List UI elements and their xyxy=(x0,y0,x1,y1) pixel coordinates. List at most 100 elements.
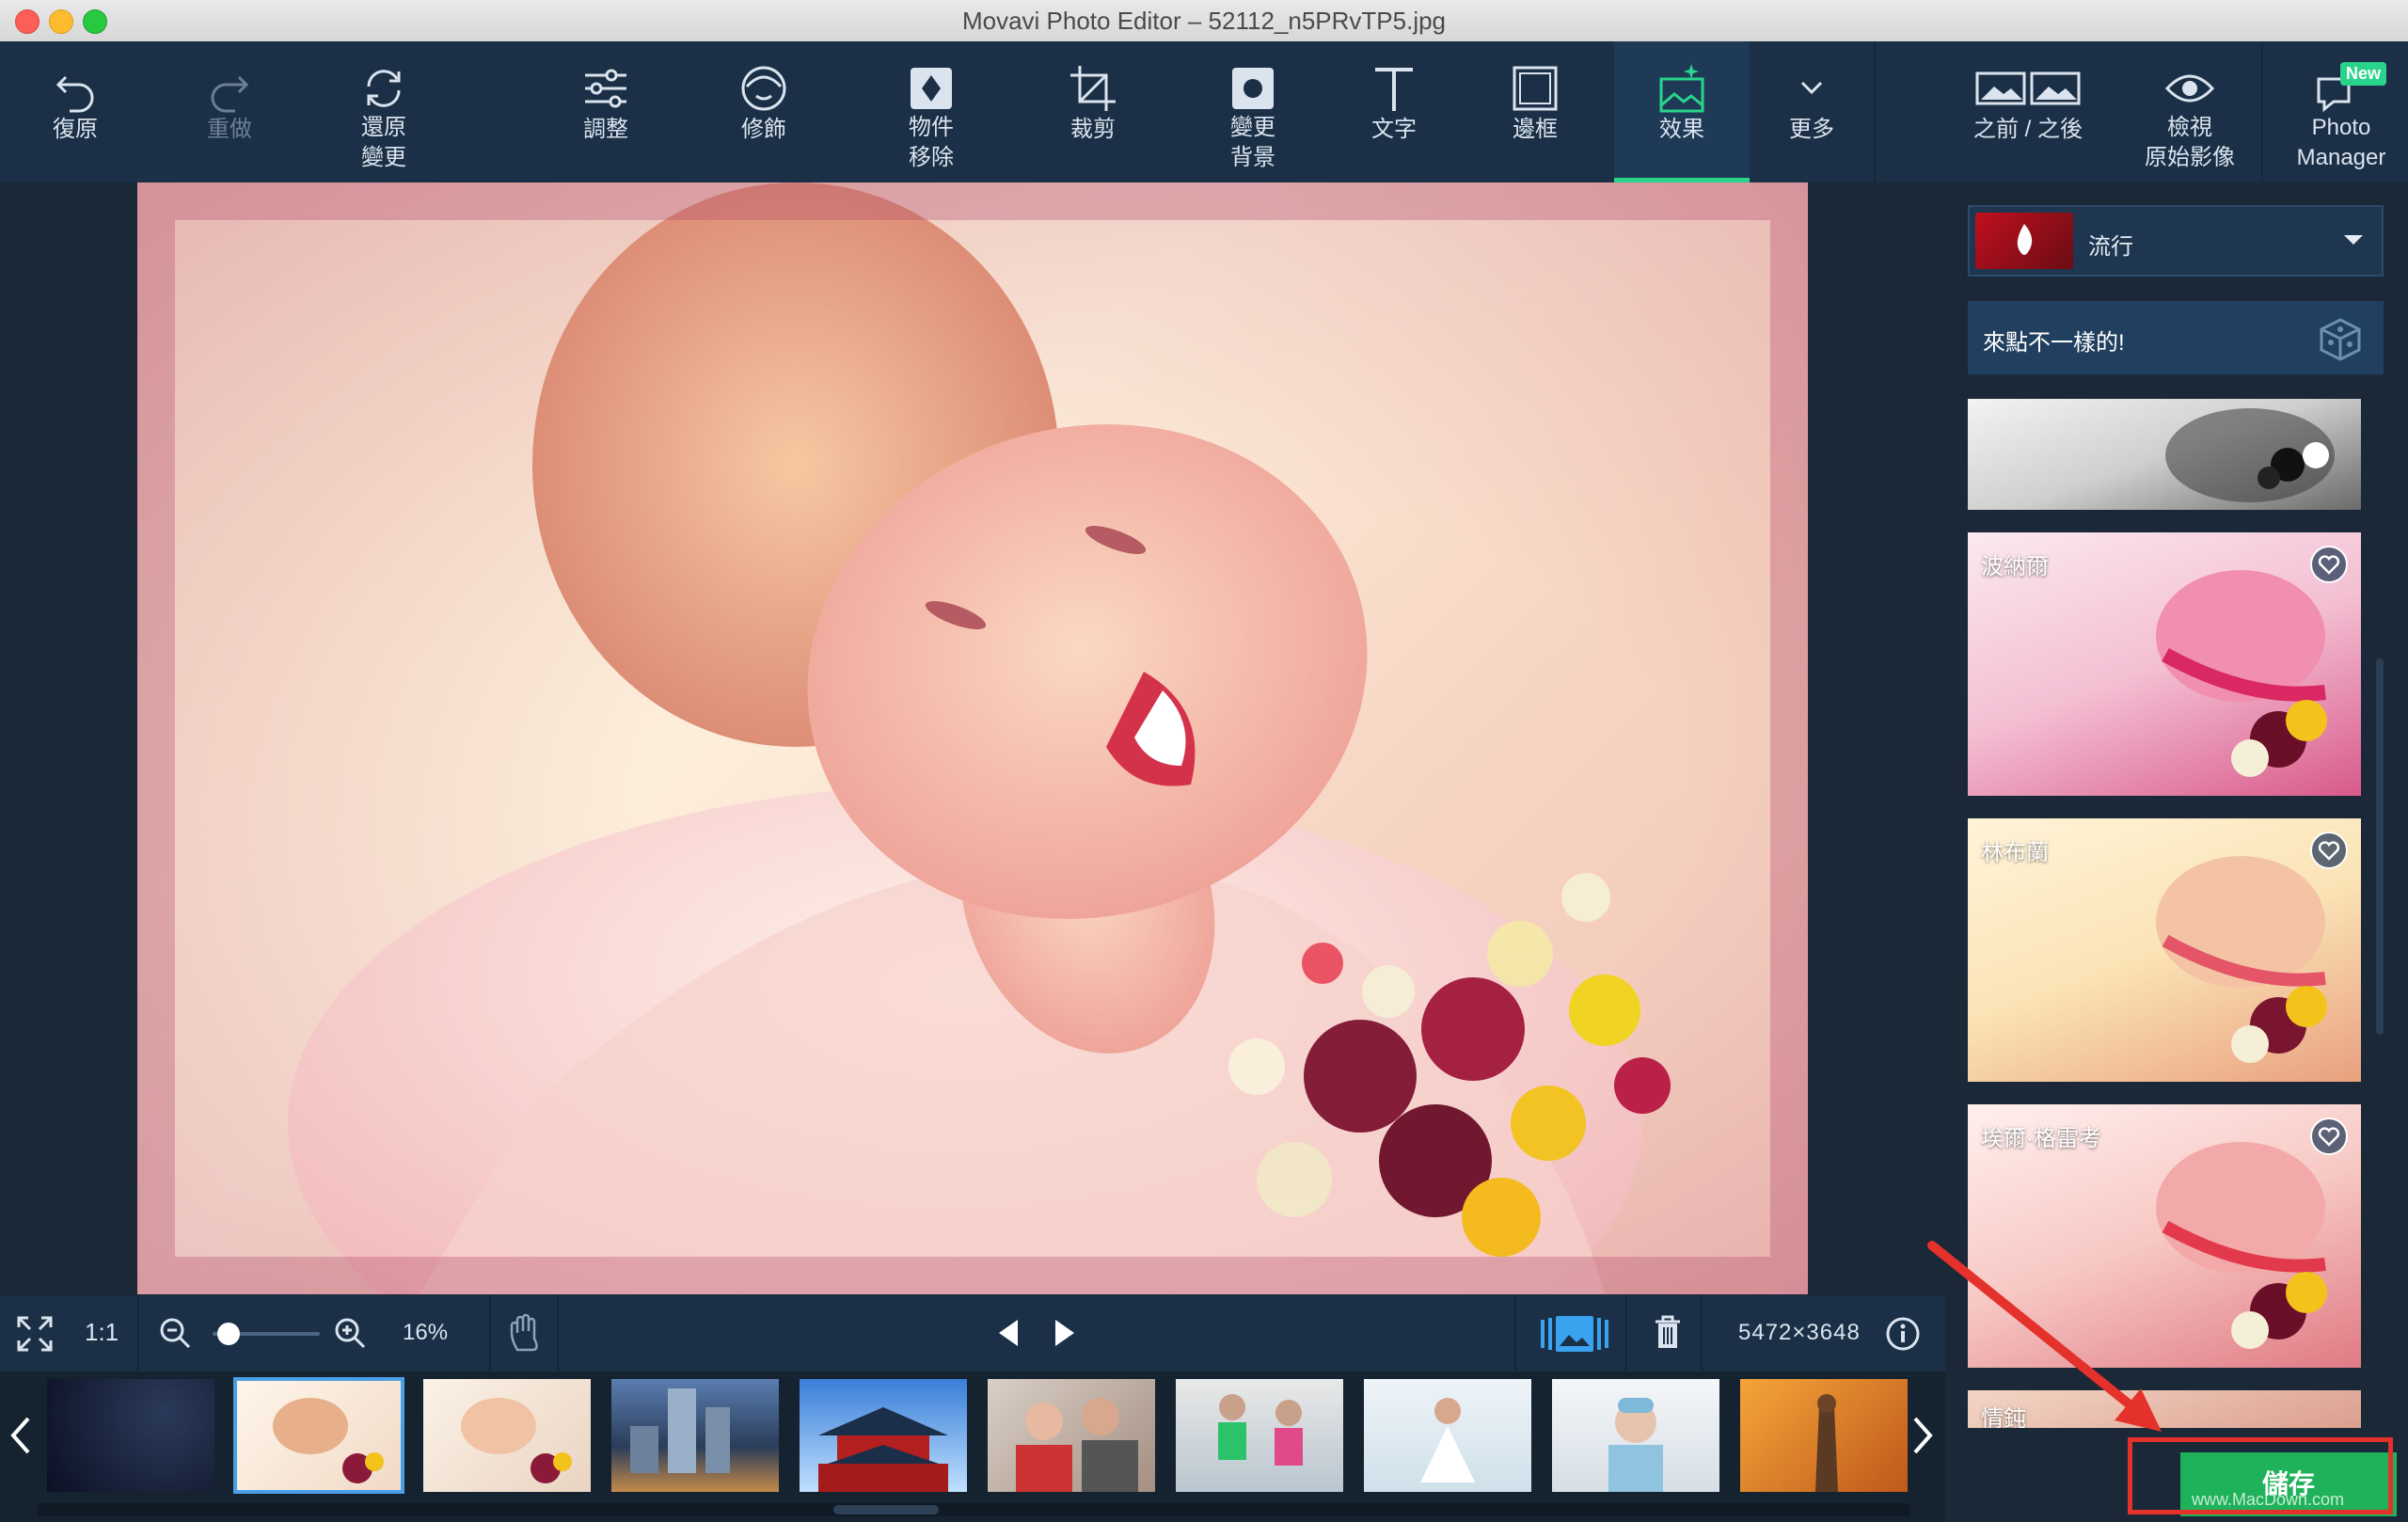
text-button[interactable]: 文字 xyxy=(1341,41,1447,182)
trash-icon[interactable] xyxy=(1654,1314,1682,1350)
effects-button[interactable]: 效果 xyxy=(1614,41,1750,182)
favorite-heart-icon[interactable] xyxy=(2310,546,2348,583)
filmstrip-thumbnail[interactable] xyxy=(1552,1379,1719,1492)
actual-size-button[interactable]: 1:1 xyxy=(85,1318,119,1347)
revert-label: 還原 變更 xyxy=(361,115,406,170)
effect-name: 埃爾·格雷考 xyxy=(1981,1126,2101,1151)
filmstrip-thumbnail[interactable] xyxy=(47,1379,214,1492)
filmstrip-toggle-icon[interactable] xyxy=(1539,1312,1610,1356)
filmstrip-thumbnail[interactable] xyxy=(611,1379,779,1492)
frames-label: 邊框 xyxy=(1513,117,1558,142)
photo-manager-label: Photo Manager xyxy=(2296,115,2386,170)
adjust-button[interactable]: 調整 xyxy=(553,41,658,182)
undo-icon xyxy=(55,75,94,113)
view-original-button[interactable]: 檢視 原始影像 xyxy=(2137,41,2242,182)
zoom-slider-handle[interactable] xyxy=(216,1323,240,1345)
info-icon[interactable] xyxy=(1885,1316,1921,1352)
chevron-left-icon[interactable] xyxy=(8,1415,36,1456)
image-dimensions: 5472×3648 xyxy=(1738,1320,1861,1345)
filmstrip-thumbnail[interactable] xyxy=(423,1379,591,1492)
zoom-in-icon[interactable] xyxy=(333,1316,367,1350)
photo-canvas[interactable] xyxy=(137,182,1808,1294)
effect-thumbnail xyxy=(2165,408,2335,502)
undo-label: 復原 xyxy=(53,117,98,142)
chevron-down-icon xyxy=(2344,235,2363,245)
filmstrip-thumbnail[interactable] xyxy=(233,1377,404,1494)
divider xyxy=(489,1295,491,1372)
hand-tool-icon[interactable] xyxy=(506,1312,544,1354)
object-removal-icon xyxy=(911,68,952,109)
retouch-label: 修飾 xyxy=(741,117,786,142)
effects-label: 效果 xyxy=(1659,117,1704,142)
redo-button[interactable]: 重做 xyxy=(177,41,282,182)
revert-changes-button[interactable]: 還原 變更 xyxy=(331,41,436,182)
chevron-down-icon xyxy=(1800,81,1823,95)
text-label: 文字 xyxy=(1371,117,1417,142)
crop-button[interactable]: 裁剪 xyxy=(1040,41,1146,182)
photo-image xyxy=(137,182,1808,1294)
random-effect-button[interactable]: 來點不一樣的! xyxy=(1968,301,2384,374)
zoom-slider[interactable] xyxy=(213,1323,320,1345)
category-label: 流行 xyxy=(2088,234,2133,260)
more-button[interactable]: 更多 xyxy=(1759,41,1864,182)
filmstrip-thumbnail[interactable] xyxy=(1364,1379,1531,1492)
retouch-button[interactable]: 修飾 xyxy=(711,41,816,182)
filmstrip-scrollbar-thumb[interactable] xyxy=(833,1505,939,1514)
effect-card-rembrandt[interactable]: 林布蘭 xyxy=(1968,818,2361,1082)
sliders-icon xyxy=(585,69,626,108)
main-toolbar: 復原 重做 還原 變更 調整 修飾 物件 移除 裁剪 變更 背景 文字 邊框 效… xyxy=(0,41,2408,182)
text-icon xyxy=(1375,68,1413,111)
chevron-right-icon[interactable] xyxy=(1908,1415,1936,1456)
filmstrip-scrollbar[interactable] xyxy=(38,1503,1909,1516)
face-icon xyxy=(741,66,786,111)
view-original-label: 檢視 原始影像 xyxy=(2145,115,2235,170)
before-after-button[interactable]: 之前 / 之後 xyxy=(1953,41,2103,182)
zoom-out-icon[interactable] xyxy=(158,1316,192,1350)
revert-icon xyxy=(367,70,401,107)
adjust-label: 調整 xyxy=(583,117,628,142)
favorite-heart-icon[interactable] xyxy=(2310,832,2348,869)
fit-screen-icon[interactable] xyxy=(15,1314,55,1354)
photo-manager-button[interactable]: New Photo Manager xyxy=(2274,41,2408,182)
change-background-label: 變更 背景 xyxy=(1230,115,1275,170)
object-removal-label: 物件 移除 xyxy=(909,115,954,170)
more-label: 更多 xyxy=(1789,117,1834,142)
change-background-button[interactable]: 變更 背景 xyxy=(1200,41,1306,182)
filmstrip-thumbnail[interactable] xyxy=(988,1379,1155,1492)
object-removal-button[interactable]: 物件 移除 xyxy=(875,41,988,182)
flame-icon xyxy=(2017,224,2033,255)
filmstrip-thumbnail[interactable] xyxy=(1740,1379,1908,1492)
filmstrip-thumbnail[interactable] xyxy=(800,1379,967,1492)
filmstrip-thumbnail[interactable] xyxy=(1176,1379,1343,1492)
category-dropdown[interactable]: 流行 xyxy=(1968,205,2384,277)
before-after-icon xyxy=(1975,71,2081,105)
divider xyxy=(1625,1295,1627,1372)
undo-button[interactable]: 復原 xyxy=(23,41,128,182)
annotation-arrow xyxy=(1927,1241,2162,1432)
watermark: www.MacDown.com xyxy=(2192,1490,2345,1509)
effects-scrollbar[interactable] xyxy=(2376,658,2384,1035)
bottom-toolbar: 1:1 16% 5472×3648 xyxy=(0,1294,1945,1372)
crop-icon xyxy=(1070,66,1116,111)
effect-name: 波納爾 xyxy=(1981,554,2049,579)
effects-icon xyxy=(1659,64,1704,113)
effect-card-bonnard[interactable]: 波納爾 xyxy=(1968,532,2361,796)
favorite-heart-icon[interactable] xyxy=(2310,1118,2348,1155)
effect-card-bw[interactable] xyxy=(1968,399,2361,510)
redo-icon xyxy=(211,75,249,113)
frame-icon xyxy=(1513,66,1558,111)
background-icon xyxy=(1232,68,1274,109)
divider xyxy=(557,1295,559,1372)
random-effect-label: 來點不一樣的! xyxy=(1983,330,2125,356)
category-thumbnail xyxy=(1975,213,2073,269)
new-badge: New xyxy=(2340,62,2387,86)
frames-button[interactable]: 邊框 xyxy=(1482,41,1588,182)
dice-icon xyxy=(2320,318,2361,361)
before-after-label: 之前 / 之後 xyxy=(1972,117,2083,142)
eye-icon xyxy=(2164,74,2215,103)
previous-image-icon[interactable] xyxy=(995,1318,1022,1348)
zoom-percent: 16% xyxy=(403,1320,449,1345)
redo-label: 重做 xyxy=(207,117,252,142)
next-image-icon[interactable] xyxy=(1052,1318,1078,1348)
crop-label: 裁剪 xyxy=(1070,117,1116,142)
